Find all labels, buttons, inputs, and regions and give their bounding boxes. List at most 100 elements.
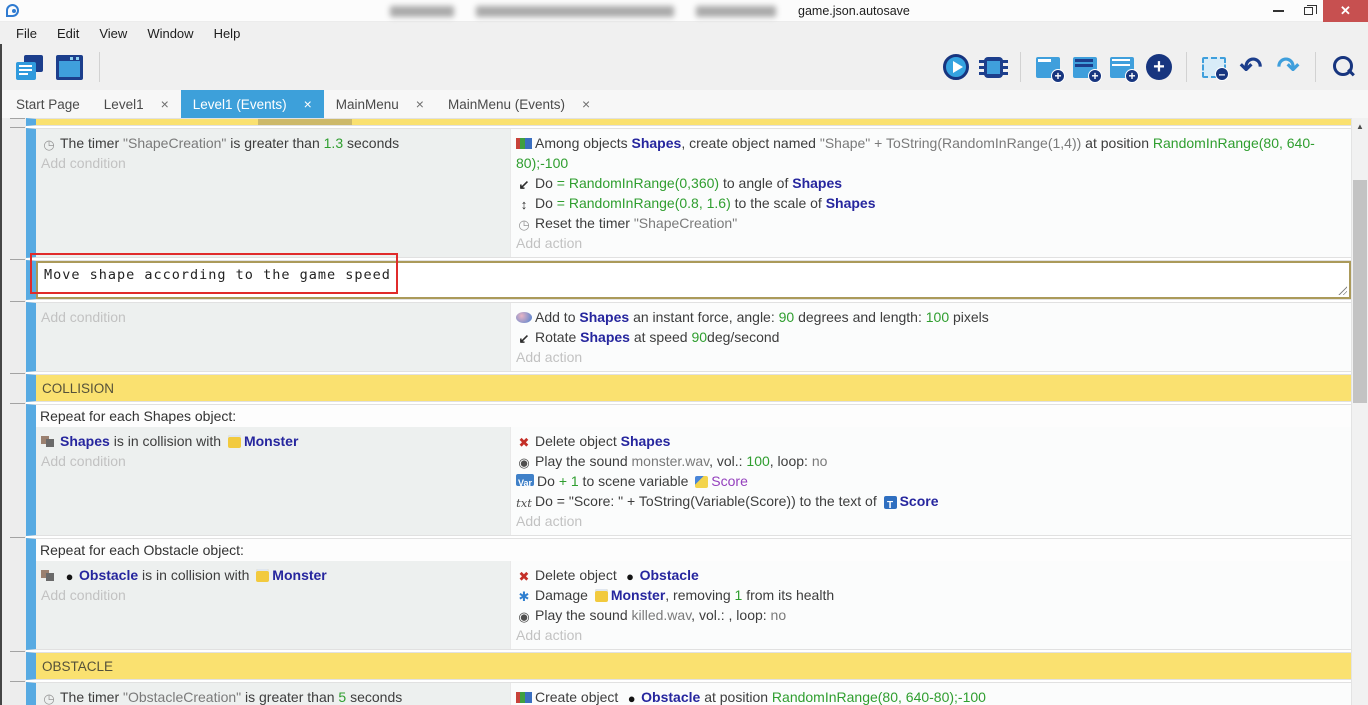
delete-icon [516,569,532,583]
add-condition-button[interactable]: Add condition [36,153,510,173]
action-line[interactable]: Do = RandomInRange(0,360) to angle of Sh… [511,173,1351,193]
tab-close-icon[interactable]: × [416,96,424,112]
standard-event[interactable]: The timer "ShapeCreation" is greater tha… [26,128,1351,258]
text-segment: at position [700,689,772,705]
gutter-tick [10,681,25,682]
action-line[interactable]: Delete object Shapes [511,431,1351,451]
add-action-button[interactable]: Add action [511,625,1351,645]
tab-close-icon[interactable]: × [304,96,312,112]
foreach-event[interactable]: Repeat for each Shapes object: Shapes is … [26,404,1351,536]
collision-icon [41,570,57,582]
search-button[interactable] [1328,52,1358,82]
text-segment: Do [535,493,557,509]
tab-label: Level1 (Events) [193,97,287,112]
window-title-text: game.json.autosave [798,4,910,18]
close-button[interactable]: ✕ [1323,0,1368,22]
tab-level1[interactable]: Level1× [92,90,181,118]
condition-line[interactable]: The timer "ShapeCreation" is greater tha… [36,133,510,153]
text-segment: seconds [343,135,399,151]
add-comment-button[interactable]: + [1070,52,1100,82]
monster-icon [595,589,608,602]
foreach-header[interactable]: Repeat for each Obstacle object: [36,539,1351,561]
condition-line[interactable]: The timer "ObstacleCreation" is greater … [36,687,510,705]
menu-item-file[interactable]: File [6,26,47,41]
obstacle-icon [625,691,638,705]
action-line[interactable]: Do + 1 to scene variable Score [511,471,1351,491]
actions-column: Delete object ObstacleDamage Monster, re… [510,561,1351,649]
scene-editor-button[interactable] [54,52,84,82]
undo-button[interactable]: ↶ [1236,52,1266,82]
tab-mainmenu-events-[interactable]: MainMenu (Events)× [436,90,602,118]
add-action-button[interactable]: Add action [511,511,1351,531]
text-segment: to scene variable [579,473,693,489]
text-segment: , loop: [770,453,812,469]
gutter-tick [10,651,25,652]
action-line[interactable]: Among objects Shapes, create object name… [511,133,1351,173]
undo-icon: ↶ [1240,54,1263,80]
text-segment: + 1 [559,473,579,489]
action-line[interactable]: Play the sound monster.wav, vol.: 100, l… [511,451,1351,471]
add-other-event-button[interactable]: + [1144,52,1174,82]
vertical-scrollbar[interactable]: ▲ [1351,118,1368,705]
tab-close-icon[interactable]: × [582,96,590,112]
search-icon [1331,55,1355,79]
actions-column: Add to Shapes an instant force, angle: 9… [510,303,1351,371]
action-line[interactable]: Reset the timer "ShapeCreation" [511,213,1351,233]
text-segment: at speed [630,329,692,345]
action-line[interactable]: Do = RandomInRange(0.8, 1.6) to the scal… [511,193,1351,213]
standard-event[interactable]: Add conditionAdd to Shapes an instant fo… [26,302,1351,372]
menu-item-help[interactable]: Help [204,26,251,41]
add-subevent-icon: + [1110,57,1134,78]
tab-start-page[interactable]: Start Page [4,90,92,118]
menu-item-edit[interactable]: Edit [47,26,89,41]
obstacle-icon [624,569,637,583]
toolbar-separator [1315,52,1316,82]
debug-button[interactable] [978,52,1008,82]
add-action-button[interactable]: Add action [511,233,1351,253]
action-line[interactable]: Create object Obstacle at position Rando… [511,687,1351,705]
add-event-button[interactable]: + [1033,52,1063,82]
conditions-column: Add condition [36,303,510,371]
scroll-up-arrow-icon[interactable]: ▲ [1352,118,1368,134]
remove-event-button[interactable]: – [1199,52,1229,82]
redacted-title-text [390,6,454,17]
monster-icon [256,569,269,582]
foreach-header[interactable]: Repeat for each Shapes object: [36,405,1351,427]
add-condition-button[interactable]: Add condition [36,585,510,605]
text-segment: Shapes [580,329,630,345]
add-condition-button[interactable]: Add condition [36,307,510,327]
add-condition-button[interactable]: Add condition [36,451,510,471]
add-action-button[interactable]: Add action [511,347,1351,367]
preview-play-button[interactable] [941,52,971,82]
gutter-tick [10,118,25,119]
menu-item-window[interactable]: Window [137,26,203,41]
tab-level1-events-[interactable]: Level1 (Events) × [181,90,324,118]
section-comment-event[interactable]: COLLISION [26,374,1351,402]
action-line[interactable]: Add to Shapes an instant force, angle: 9… [511,307,1351,327]
action-line[interactable]: Damage Monster, removing 1 from its heal… [511,585,1351,605]
tab-close-icon[interactable]: × [161,96,169,112]
tab-mainmenu[interactable]: MainMenu× [324,90,436,118]
action-line[interactable]: Do = "Score: " + ToString(Variable(Score… [511,491,1351,511]
text-segment: The timer [60,135,123,151]
standard-event[interactable]: The timer "ObstacleCreation" is greater … [26,682,1351,705]
scrollbar-thumb[interactable] [1353,180,1367,403]
delete-icon [516,435,532,449]
minimize-button[interactable] [1263,0,1293,22]
foreach-event[interactable]: Repeat for each Obstacle object: Obstacle… [26,538,1351,650]
action-line[interactable]: Play the sound killed.wav, vol.: , loop:… [511,605,1351,625]
redo-button[interactable]: ↷ [1273,52,1303,82]
timer-icon [41,137,57,151]
gutter-tick [10,259,25,260]
text-segment: Obstacle [641,689,700,705]
action-line[interactable]: Rotate Shapes at speed 90deg/second [511,327,1351,347]
section-comment-event[interactable]: OBSTACLE [26,652,1351,680]
menu-item-view[interactable]: View [89,26,137,41]
add-subevent-button[interactable]: + [1107,52,1137,82]
condition-line[interactable]: Obstacle is in collision with Monster [36,565,510,585]
condition-line[interactable]: Shapes is in collision with Monster [36,431,510,451]
title-bar: game.json.autosave ✕ [0,0,1368,22]
restore-button[interactable] [1293,0,1323,22]
project-manager-button[interactable] [14,52,44,82]
action-line[interactable]: Delete object Obstacle [511,565,1351,585]
